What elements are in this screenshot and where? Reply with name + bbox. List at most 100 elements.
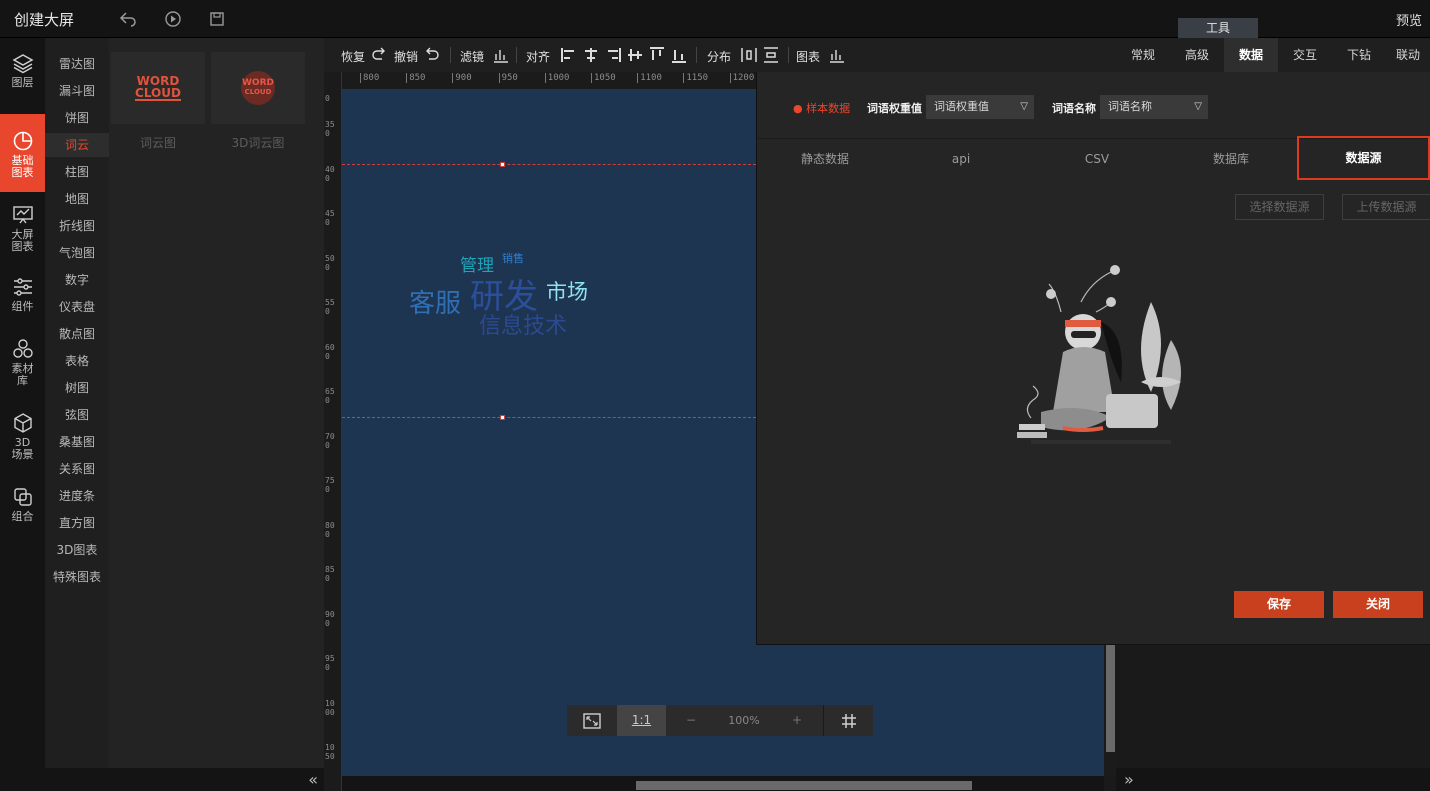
nav-item-basic-charts[interactable]: 基础图表 — [0, 114, 45, 192]
3d-wordcloud-thumbnail[interactable]: WORD CLOUD — [211, 52, 305, 124]
redo-button[interactable]: 恢复 — [341, 48, 365, 65]
tools-tab[interactable]: 工具 — [1178, 18, 1258, 38]
expand-right-icon[interactable]: » — [1124, 770, 1134, 789]
align-middle-icon[interactable] — [626, 46, 644, 64]
distribute-v-icon[interactable] — [762, 46, 780, 64]
resize-handle[interactable] — [500, 162, 505, 167]
tab-csv[interactable]: CSV — [1029, 139, 1165, 179]
horizontal-scrollbar-thumb[interactable] — [636, 781, 972, 790]
name-select[interactable]: 词语名称 ▽ — [1100, 95, 1208, 119]
weight-field-label: 词语权重值 — [867, 102, 922, 115]
chart-category-list: 雷达图漏斗图饼图词云柱图地图折线图气泡图数字仪表盘散点图表格树图弦图桑基图关系图… — [45, 38, 109, 768]
undo-icon[interactable] — [423, 46, 441, 64]
weight-select[interactable]: 词语权重值 ▽ — [926, 95, 1034, 119]
save-button[interactable]: 保存 — [1234, 591, 1324, 618]
nav-item-layers[interactable]: 图层 — [0, 52, 45, 100]
category-item[interactable]: 雷达图 — [45, 52, 109, 76]
tab-general[interactable]: 常规 — [1116, 38, 1170, 72]
dropdown-caret-icon: ▽ — [1020, 101, 1028, 112]
fit-screen-button[interactable] — [567, 705, 617, 736]
screen-chart-icon — [12, 206, 33, 224]
filter-button[interactable]: 滤镜 — [460, 48, 484, 65]
nav-label: 大屏图表 — [11, 228, 34, 253]
align-center-h-icon[interactable] — [582, 46, 600, 64]
distribute-button[interactable]: 分布 — [707, 48, 731, 65]
wordcloud-word: 信息技术 — [479, 314, 568, 339]
category-item[interactable]: 弦图 — [45, 403, 109, 427]
ruler-tick-label: 850 — [325, 565, 335, 583]
tab-data[interactable]: 数据 — [1224, 38, 1278, 72]
category-item[interactable]: 表格 — [45, 349, 109, 373]
align-left-icon[interactable] — [560, 46, 578, 64]
category-item[interactable]: 饼图 — [45, 106, 109, 130]
grid-toggle-button[interactable] — [823, 705, 873, 736]
tab-database[interactable]: 数据库 — [1165, 139, 1297, 179]
resize-handle[interactable] — [500, 415, 505, 420]
play-icon[interactable] — [163, 9, 183, 29]
chart-button[interactable]: 图表 — [796, 48, 820, 65]
nav-item-screen-charts[interactable]: 大屏图表 — [0, 204, 45, 258]
nav-item-materials[interactable]: 素材库 — [0, 338, 45, 394]
thumb-art-line: CLOUD — [135, 86, 181, 101]
tab-datasource[interactable]: 数据源 — [1297, 136, 1430, 180]
ruler-tick-label: 400 — [325, 164, 335, 183]
tab-drilldown[interactable]: 下钻 — [1332, 38, 1386, 72]
zoom-out-button[interactable]: − — [666, 705, 716, 736]
category-item[interactable]: 特殊图表 — [45, 565, 109, 589]
save-icon[interactable] — [207, 9, 227, 29]
distribute-h-icon[interactable] — [740, 46, 758, 64]
category-item[interactable]: 3D图表 — [45, 538, 109, 562]
category-item[interactable]: 树图 — [45, 376, 109, 400]
back-icon[interactable] — [118, 9, 138, 29]
category-item[interactable]: 柱图 — [45, 160, 109, 184]
nav-item-3d-scene[interactable]: 3D场景 — [0, 412, 45, 468]
wordcloud-word: 销售 — [502, 252, 524, 265]
category-item[interactable]: 仪表盘 — [45, 295, 109, 319]
category-item[interactable]: 气泡图 — [45, 241, 109, 265]
select-datasource-button[interactable]: 选择数据源 — [1235, 194, 1324, 220]
category-item[interactable]: 进度条 — [45, 484, 109, 508]
tab-linkage[interactable]: 联动 — [1386, 38, 1430, 72]
chart-icon[interactable] — [828, 46, 846, 64]
selection-guide-bottom — [342, 417, 756, 418]
collapse-left-icon[interactable]: « — [308, 770, 318, 789]
category-item[interactable]: 散点图 — [45, 322, 109, 346]
align-right-icon[interactable] — [604, 46, 622, 64]
vertical-scrollbar-thumb[interactable] — [1106, 645, 1115, 752]
redo-icon[interactable] — [370, 46, 388, 64]
align-button[interactable]: 对齐 — [526, 48, 550, 65]
tab-interaction[interactable]: 交互 — [1278, 38, 1332, 72]
upload-datasource-button[interactable]: 上传数据源 — [1342, 194, 1430, 220]
category-item[interactable]: 词云 — [45, 133, 109, 157]
dropdown-caret-icon: ▽ — [1194, 101, 1202, 112]
category-item[interactable]: 关系图 — [45, 457, 109, 481]
bar-chart-icon[interactable] — [492, 46, 510, 64]
wordcloud-thumbnail[interactable]: WORD CLOUD — [111, 52, 205, 124]
tab-api[interactable]: api — [893, 139, 1029, 179]
data-config-panel: ● 样本数据 词语权重值 词语权重值 ▽ 词语名称 词语名称 ▽ 静态数据 ap… — [756, 72, 1430, 645]
align-bottom-icon[interactable] — [670, 46, 688, 64]
close-button[interactable]: 关闭 — [1333, 591, 1423, 618]
category-item[interactable]: 数字 — [45, 268, 109, 292]
category-item[interactable]: 直方图 — [45, 511, 109, 535]
category-item[interactable]: 折线图 — [45, 214, 109, 238]
align-top-icon[interactable] — [648, 46, 666, 64]
thumb-art-line: CLOUD — [244, 88, 272, 96]
nav-item-group[interactable]: 组合 — [0, 486, 45, 530]
tab-static-data[interactable]: 静态数据 — [757, 139, 893, 179]
nav-label: 3D场景 — [11, 436, 34, 461]
preview-button[interactable]: 预览 — [1396, 10, 1422, 29]
zoom-in-button[interactable]: + — [772, 705, 822, 736]
tab-advanced[interactable]: 高级 — [1170, 38, 1224, 72]
category-item[interactable]: 漏斗图 — [45, 79, 109, 103]
nav-item-components[interactable]: 组件 — [0, 276, 45, 320]
category-item[interactable]: 地图 — [45, 187, 109, 211]
nav-label: 组件 — [11, 300, 34, 313]
category-item[interactable]: 桑基图 — [45, 430, 109, 454]
zoom-1-1-button[interactable]: 1:1 — [617, 705, 666, 736]
sample-data-label: ● 样本数据 — [793, 102, 851, 115]
right-panel-tabs: 常规 高级 数据 交互 下钻 联动 — [1116, 38, 1430, 72]
undo-button[interactable]: 撤销 — [394, 48, 418, 65]
pie-chart-icon — [13, 131, 32, 151]
zoom-bar: 1:1 − 100% + — [567, 705, 873, 736]
